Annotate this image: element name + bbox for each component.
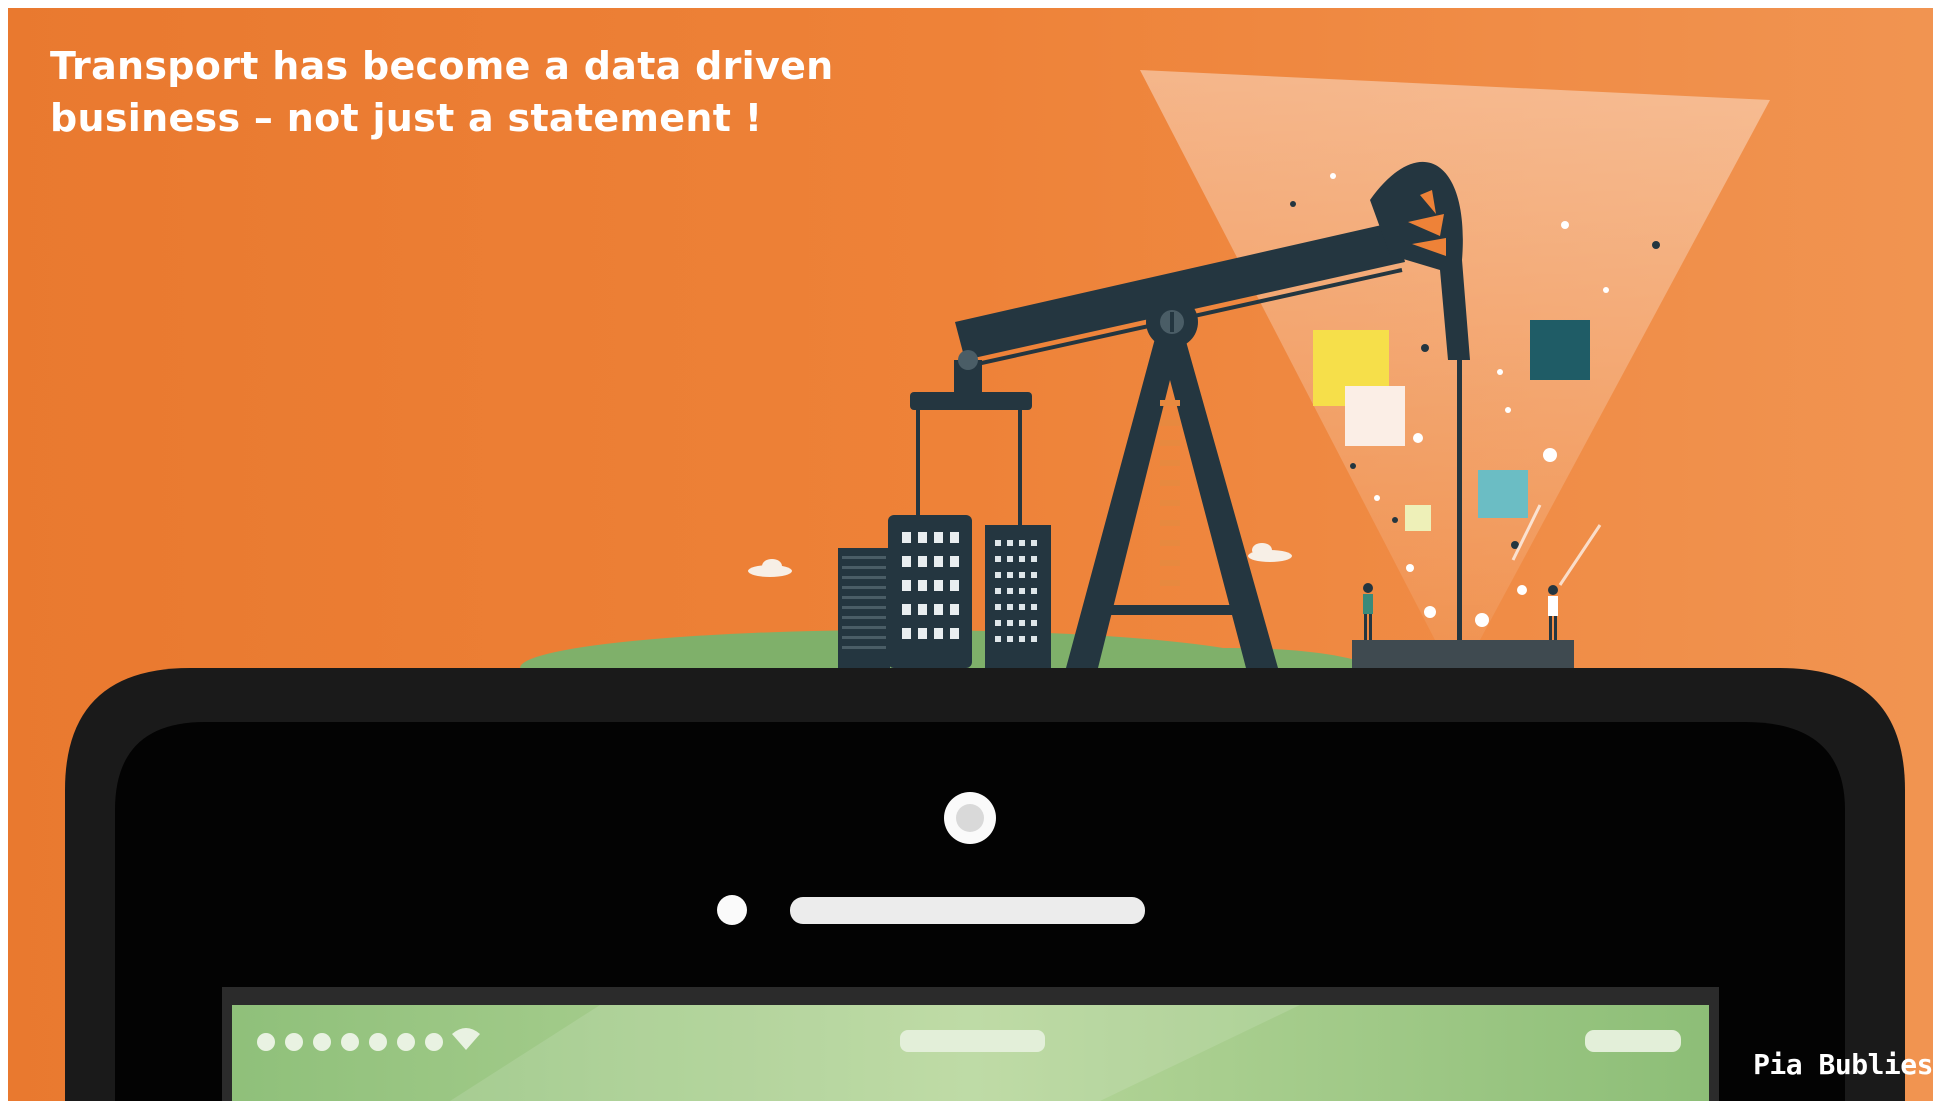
slide: Transport has become a data driven busin… <box>0 0 1933 1101</box>
pumpjack-phone-illustration <box>0 0 1933 1101</box>
polished-rod <box>1457 355 1462 645</box>
status-bar-time <box>900 1030 1045 1052</box>
proximity-sensor <box>717 895 747 925</box>
bearing-slot <box>1170 312 1174 332</box>
crank-pivot <box>958 350 978 370</box>
building-right <box>985 525 1051 668</box>
white-square <box>1345 386 1405 446</box>
headline-line-1: Transport has become a data driven <box>50 44 834 88</box>
front-camera-lens <box>956 804 984 832</box>
building-center <box>888 515 972 668</box>
earpiece-speaker <box>790 897 1145 924</box>
slide-headline: Transport has become a data driven busin… <box>50 40 870 144</box>
wellhead-platform <box>1352 640 1574 668</box>
slide-border-top <box>0 0 1933 8</box>
light-yellow-square <box>1405 505 1431 531</box>
battery-icon <box>1585 1030 1681 1052</box>
illustrator-credit: Pia Bublies <box>1753 1048 1933 1081</box>
headline-line-2: business – not just a statement ! <box>50 96 763 140</box>
slide-border-left <box>0 0 8 1101</box>
cyan-square <box>1478 470 1528 518</box>
dark-teal-square <box>1530 320 1590 380</box>
